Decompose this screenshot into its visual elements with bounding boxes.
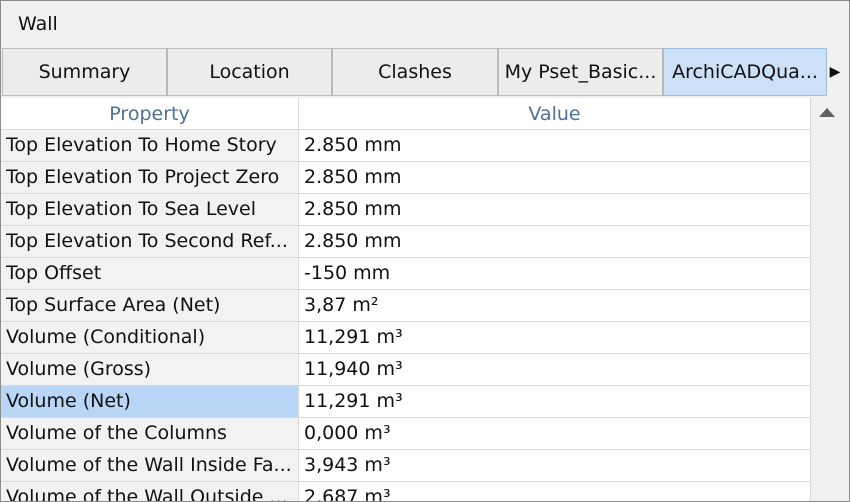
property-cell: Top Offset — [1, 258, 299, 290]
table-row[interactable]: Top Elevation To Project Zero 2.850 mm — [1, 162, 811, 194]
table-row[interactable]: Top Surface Area (Net) 3,87 m² — [1, 290, 811, 322]
property-cell: Volume of the Wall Outside ... — [1, 482, 299, 501]
table-row-selected[interactable]: Volume (Net) 11,291 m³ — [1, 386, 811, 418]
column-header-value[interactable]: Value — [299, 98, 811, 130]
value-cell: 2,687 m³ — [299, 482, 811, 501]
value-cell: 2.850 mm — [299, 226, 811, 258]
value-cell: 2.850 mm — [299, 162, 811, 194]
table-row[interactable]: Volume (Gross) 11,940 m³ — [1, 354, 811, 386]
vertical-scrollbar[interactable] — [811, 98, 849, 501]
property-cell: Top Surface Area (Net) — [1, 290, 299, 322]
tab-label: Location — [209, 61, 290, 83]
value-cell: 2.850 mm — [299, 130, 811, 162]
value-cell: 11,291 m³ — [299, 386, 811, 418]
table-row[interactable]: Volume (Conditional) 11,291 m³ — [1, 322, 811, 354]
tab-location[interactable]: Location — [167, 48, 332, 96]
header-label: Property — [109, 102, 190, 125]
table-row[interactable]: Top Elevation To Sea Level 2.850 mm — [1, 194, 811, 226]
tab-archicad-quantities[interactable]: ArchiCADQua... — [663, 48, 827, 96]
panel-title: Wall — [18, 13, 58, 35]
value-cell: 3,87 m² — [299, 290, 811, 322]
table-row[interactable]: Top Offset -150 mm — [1, 258, 811, 290]
value-cell: 11,291 m³ — [299, 322, 811, 354]
properties-panel: Wall Summary Location Clashes My Pset_Ba… — [0, 0, 850, 502]
property-cell: Volume (Net) — [1, 386, 299, 418]
table-row[interactable]: Volume of the Columns 0,000 m³ — [1, 418, 811, 450]
tab-label: ArchiCADQua... — [672, 61, 818, 83]
tab-clashes[interactable]: Clashes — [332, 48, 498, 96]
property-cell: Top Elevation To Sea Level — [1, 194, 299, 226]
property-cell: Top Elevation To Project Zero — [1, 162, 299, 194]
scroll-up-arrow-icon[interactable] — [819, 108, 835, 117]
tab-label: Summary — [38, 61, 131, 83]
tab-summary[interactable]: Summary — [2, 48, 167, 96]
property-grid: Property Value Top Elevation To Home Sto… — [1, 98, 849, 501]
tab-scroll-right-icon[interactable]: ▶ — [827, 48, 843, 96]
property-cell: Volume of the Wall Inside Fa... — [1, 450, 299, 482]
table-row[interactable]: Top Elevation To Home Story 2.850 mm — [1, 130, 811, 162]
value-cell: 3,943 m³ — [299, 450, 811, 482]
table-row[interactable]: Top Elevation To Second Ref... 2.850 mm — [1, 226, 811, 258]
value-cell: 0,000 m³ — [299, 418, 811, 450]
tab-my-pset-basic[interactable]: My Pset_Basic... — [498, 48, 663, 96]
header-label: Value — [528, 102, 581, 125]
property-cell: Top Elevation To Home Story — [1, 130, 299, 162]
value-cell: -150 mm — [299, 258, 811, 290]
property-cell: Volume (Conditional) — [1, 322, 299, 354]
panel-header: Wall — [1, 1, 849, 48]
column-header-property[interactable]: Property — [1, 98, 299, 130]
arrow-right-icon: ▶ — [829, 64, 841, 80]
tab-bar: Summary Location Clashes My Pset_Basic..… — [1, 48, 849, 98]
table-row[interactable]: Volume of the Wall Outside ... 2,687 m³ — [1, 482, 811, 501]
property-cell: Volume (Gross) — [1, 354, 299, 386]
property-cell: Top Elevation To Second Ref... — [1, 226, 299, 258]
tab-label: My Pset_Basic... — [504, 61, 657, 83]
value-cell: 2.850 mm — [299, 194, 811, 226]
property-cell: Volume of the Columns — [1, 418, 299, 450]
tab-label: Clashes — [378, 61, 452, 83]
value-cell: 11,940 m³ — [299, 354, 811, 386]
table-row[interactable]: Volume of the Wall Inside Fa... 3,943 m³ — [1, 450, 811, 482]
